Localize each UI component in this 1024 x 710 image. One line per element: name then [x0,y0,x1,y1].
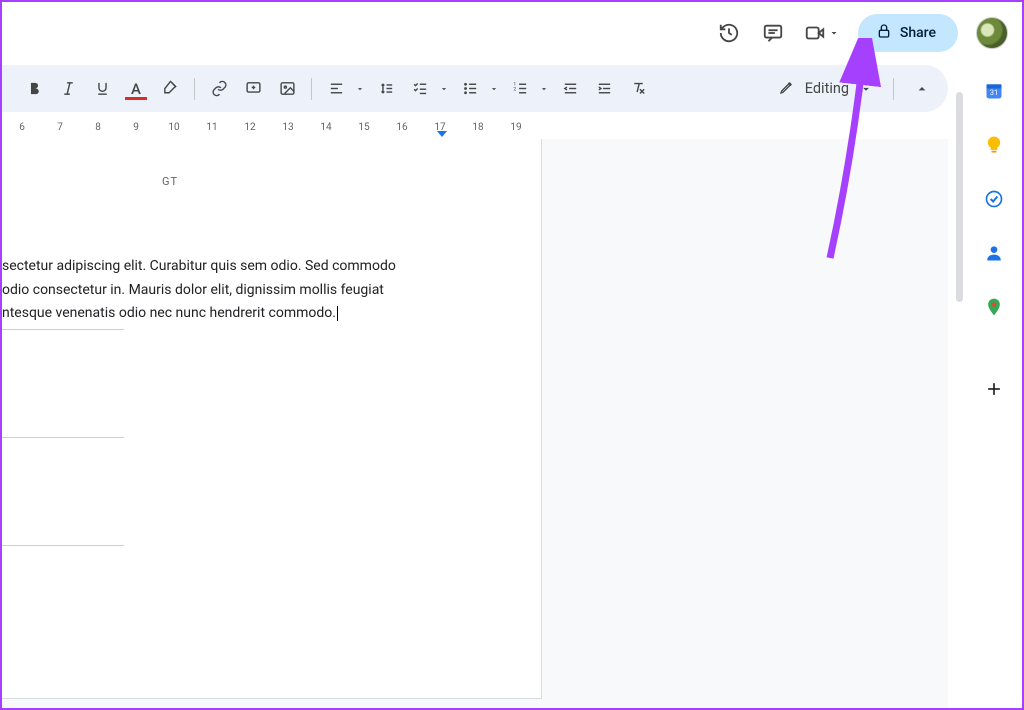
text-line: sectetur adipiscing elit. Curabitur quis… [2,256,497,278]
ruler-tick: 7 [57,122,63,133]
document-canvas: GT sectetur adipiscing elit. Curabitur q… [2,139,948,708]
document-body[interactable]: sectetur adipiscing elit. Curabitur quis… [2,256,497,327]
numbered-dropdown-icon[interactable] [538,84,550,94]
text-line: ntesque venenatis odio nec nunc hendreri… [2,303,497,325]
svg-text:1: 1 [513,82,516,88]
ruler-tick: 18 [472,122,483,133]
bulleted-list-button[interactable] [456,75,484,103]
toolbar-separator [311,78,312,100]
insert-image-button[interactable] [273,75,301,103]
maps-icon[interactable] [983,296,1005,318]
numbered-list-button[interactable]: 12 [506,75,534,103]
contacts-icon[interactable] [983,242,1005,264]
editing-mode-label: Editing [805,80,849,97]
page-header-text: GT [162,175,178,188]
ruler-tick: 15 [358,122,369,133]
svg-text:2: 2 [513,87,516,93]
increase-indent-button[interactable] [590,75,618,103]
insert-link-button[interactable] [205,75,233,103]
decrease-indent-button[interactable] [556,75,584,103]
horizontal-rule [2,437,124,438]
italic-button[interactable] [54,75,82,103]
svg-text:31: 31 [990,88,998,97]
header-actions: Share [716,14,1008,52]
insert-comment-button[interactable] [239,75,267,103]
keep-icon[interactable] [983,134,1005,156]
share-label: Share [900,25,936,41]
account-avatar[interactable] [976,17,1008,49]
horizontal-rule [2,329,124,330]
ruler-tick: 10 [168,122,179,133]
ruler-tick: 16 [396,122,407,133]
ruler-tick: 11 [206,122,217,133]
horizontal-ruler[interactable]: 6 7 8 9 10 11 12 13 14 15 16 17 18 19 [2,120,562,138]
document-page[interactable]: GT sectetur adipiscing elit. Curabitur q… [2,139,542,699]
ruler-tick: 6 [19,122,25,133]
ruler-tick: 9 [133,122,139,133]
history-icon[interactable] [716,20,742,46]
bulleted-dropdown-icon[interactable] [488,84,500,94]
tasks-icon[interactable] [983,188,1005,210]
ruler-tick: 8 [95,122,101,133]
bold-button[interactable] [20,75,48,103]
comments-icon[interactable] [760,20,786,46]
checklist-button[interactable] [406,75,434,103]
text-color-button[interactable]: A [122,75,150,103]
horizontal-rule [2,545,124,546]
highlight-button[interactable] [156,75,184,103]
underline-button[interactable] [88,75,116,103]
align-button[interactable] [322,75,350,103]
align-dropdown-icon[interactable] [354,84,366,94]
text-line: odio consectetur in. Mauris dolor elit, … [2,280,497,302]
share-button[interactable]: Share [858,14,958,52]
line-spacing-button[interactable] [372,75,400,103]
checklist-dropdown-icon[interactable] [438,84,450,94]
chevron-down-icon [859,82,873,96]
clear-formatting-button[interactable] [624,75,652,103]
ruler-tick: 19 [510,122,521,133]
ruler-tick: 14 [320,122,331,133]
formatting-toolbar: A 12 Editing [2,65,948,112]
calendar-icon[interactable]: 31 [983,80,1005,102]
get-addons-button[interactable] [983,378,1005,400]
editing-mode-button[interactable]: Editing [771,73,877,105]
meet-button[interactable] [804,22,840,44]
ruler-tick: 12 [244,122,255,133]
pencil-icon [779,79,795,99]
side-panel: 31 [966,72,1022,400]
text-cursor [337,306,338,321]
ruler-tick: 13 [282,122,293,133]
toolbar-separator [893,78,894,100]
collapse-toolbar-button[interactable] [910,77,934,101]
vertical-scrollbar[interactable] [956,92,963,302]
lock-icon [876,23,892,43]
toolbar-separator [194,78,195,100]
